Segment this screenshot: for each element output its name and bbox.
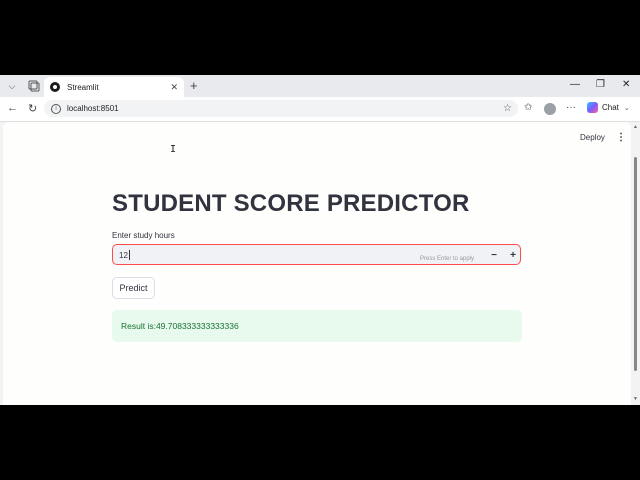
plus-icon[interactable]: + <box>190 78 198 93</box>
chevron-down-icon[interactable]: ⌄ <box>624 104 630 112</box>
browser-toolbar: ← ↻ i localhost:8501 ☆ ✩ ··· Chat ⌄ <box>0 97 640 122</box>
result-text: Result is:49.708333333333336 <box>121 321 239 331</box>
scrollbar-thumb[interactable] <box>634 157 637 371</box>
restore-icon[interactable]: ❐ <box>596 79 605 90</box>
favorites-icon[interactable]: ✩ <box>524 102 532 113</box>
result-alert: Result is:49.708333333333336 <box>112 310 522 342</box>
window-close-icon[interactable]: ✕ <box>622 79 630 90</box>
address-bar[interactable]: i localhost:8501 ☆ <box>44 100 518 117</box>
predict-button[interactable]: Predict <box>112 277 155 299</box>
reload-icon[interactable]: ↻ <box>28 102 37 115</box>
decrement-button[interactable]: − <box>486 248 502 262</box>
study-hours-field[interactable] <box>119 248 399 262</box>
chat-button[interactable]: Chat ⌄ <box>587 102 630 113</box>
copilot-icon <box>587 102 598 113</box>
more-icon[interactable]: ··· <box>566 102 576 113</box>
tab-strip: ⌵ Streamlit ✕ + — ❐ ✕ <box>0 75 640 97</box>
study-hours-label: Enter study hours <box>112 231 175 240</box>
deploy-button[interactable]: Deploy <box>580 133 605 142</box>
star-icon[interactable]: ☆ <box>503 103 512 114</box>
mouse-cursor-icon: I <box>170 144 177 155</box>
text-caret <box>129 250 130 260</box>
close-icon[interactable]: ✕ <box>170 82 178 93</box>
increment-button[interactable]: + <box>505 248 521 262</box>
press-enter-hint: Press Enter to apply <box>420 256 475 262</box>
minimize-icon[interactable]: — <box>570 79 580 90</box>
url-text: localhost:8501 <box>67 104 119 113</box>
study-hours-input[interactable]: Press Enter to apply − + <box>112 244 521 265</box>
workspaces-icon[interactable] <box>26 79 40 93</box>
tab-streamlit[interactable]: Streamlit ✕ <box>44 77 184 97</box>
page-title: STUDENT SCORE PREDICTOR <box>112 190 470 217</box>
chevron-down-icon[interactable]: ⌵ <box>4 79 20 93</box>
kebab-menu-icon[interactable]: ⋮ <box>616 132 626 143</box>
streamlit-favicon-icon <box>50 82 60 92</box>
streamlit-page: Deploy ⋮ STUDENT SCORE PREDICTOR Enter s… <box>3 122 631 405</box>
scroll-down-icon[interactable]: ▼ <box>633 396 638 402</box>
avatar[interactable] <box>544 103 556 115</box>
page-scrollbar[interactable]: ▲ ▼ <box>632 122 640 405</box>
browser-window: ⌵ Streamlit ✕ + — ❐ ✕ ← ↻ i localhost:85… <box>0 75 640 405</box>
scroll-up-icon[interactable]: ▲ <box>633 124 638 130</box>
tab-title: Streamlit <box>67 82 99 92</box>
arrow-left-icon[interactable]: ← <box>7 102 18 114</box>
chat-label: Chat <box>602 103 619 112</box>
info-icon[interactable]: i <box>51 103 61 114</box>
